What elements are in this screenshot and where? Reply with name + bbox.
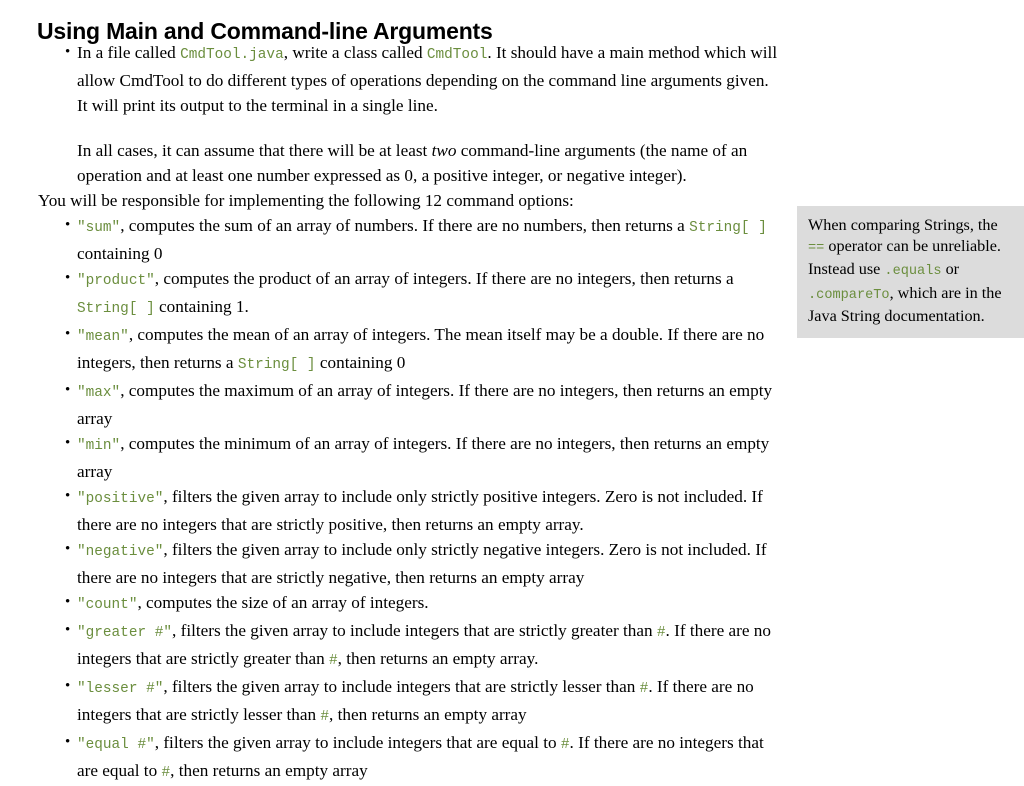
intro-paragraph-1: In a file called CmdTool.java, write a c… [77, 40, 778, 118]
option-text: , filters the given array to include onl… [77, 540, 767, 587]
list-item: "mean", computes the mean of an array of… [38, 322, 778, 378]
emphasis-two: two [431, 141, 457, 160]
option-text-end2: , then returns an empty array. [337, 649, 539, 668]
option-code-mid: # [656, 625, 666, 641]
intro-paragraph-2: In all cases, it can assume that there w… [77, 138, 778, 188]
intro2-text-part1: In all cases, it can assume that there w… [77, 141, 432, 160]
intro-text-part2: , write a class called [283, 43, 427, 62]
option-code-mid: # [560, 737, 570, 753]
option-text-end2: , then returns an empty array [170, 761, 368, 780]
list-item: "lesser #", filters the given array to i… [38, 674, 778, 730]
option-code-mid: String[ ] [77, 301, 155, 317]
option-code: "lesser #" [77, 681, 164, 697]
option-code-mid: String[ ] [237, 357, 316, 373]
option-text-end: containing 0 [77, 244, 163, 263]
option-code-mid2: # [161, 765, 171, 781]
code-compareto-method: .compareTo [808, 287, 890, 303]
option-text: , computes the sum of an array of number… [120, 216, 690, 235]
list-item: "max", computes the maximum of an array … [38, 378, 778, 431]
intro-text-part1: In a file called [77, 43, 181, 62]
option-code: "mean" [77, 329, 129, 345]
option-code: "negative" [77, 544, 164, 560]
callout-text: When comparing Strings, the == operator … [808, 215, 1012, 327]
sidebar-callout: When comparing Strings, the == operator … [797, 206, 1024, 338]
option-text-end: containing 0 [315, 353, 406, 372]
list-item: "equal #", filters the given array to in… [38, 730, 778, 786]
callout-part3: or [941, 260, 960, 278]
option-code: "product" [77, 273, 155, 289]
option-code-mid2: # [320, 709, 330, 725]
option-code-mid2: # [328, 653, 338, 669]
option-code: "greater #" [77, 625, 172, 641]
option-text: , computes the minimum of an array of in… [77, 434, 770, 481]
option-text-end: containing 1. [154, 297, 249, 316]
option-code-mid: String[ ] [689, 220, 767, 236]
option-text: , computes the size of an array of integ… [137, 593, 429, 612]
option-text: , computes the mean of an array of integ… [77, 325, 765, 372]
code-cmdtool-java: CmdTool.java [180, 47, 284, 63]
option-code: "count" [77, 597, 138, 613]
option-code: "max" [77, 385, 121, 401]
option-text: , filters the given array to include int… [172, 621, 657, 640]
list-item: "sum", computes the sum of an array of n… [38, 213, 778, 266]
option-text: , filters the given array to include onl… [77, 487, 763, 534]
list-item: In a file called CmdTool.java, write a c… [38, 40, 778, 188]
option-text: , computes the maximum of an array of in… [77, 381, 773, 428]
option-text: , filters the given array to include int… [154, 733, 561, 752]
code-equality-operator: == [808, 240, 825, 256]
option-code: "equal #" [77, 737, 155, 753]
list-item: "greater #", filters the given array to … [38, 618, 778, 674]
lead-line: You will be responsible for implementing… [38, 191, 574, 210]
option-text-end2: , then returns an empty array [329, 705, 527, 724]
option-text: , computes the product of an array of in… [154, 269, 734, 288]
command-options-list: "sum", computes the sum of an array of n… [38, 213, 778, 786]
document-page: Using Main and Command-line Arguments In… [0, 0, 1024, 781]
option-code: "positive" [77, 491, 164, 507]
option-text: , filters the given array to include int… [163, 677, 640, 696]
list-item: "negative", filters the given array to i… [38, 537, 778, 590]
option-code: "sum" [77, 220, 121, 236]
option-code: "min" [77, 438, 121, 454]
callout-part1: When comparing Strings, the [808, 216, 998, 234]
intro-bullet-list: In a file called CmdTool.java, write a c… [38, 40, 778, 188]
code-cmdtool: CmdTool [426, 47, 488, 63]
list-item: "count", computes the size of an array o… [38, 590, 778, 618]
list-item: "positive", filters the given array to i… [38, 484, 778, 537]
document-body: In a file called CmdTool.java, write a c… [38, 40, 778, 786]
code-equals-method: .equals [884, 264, 942, 279]
list-item: "product", computes the product of an ar… [38, 266, 778, 322]
list-item: "min", computes the minimum of an array … [38, 431, 778, 484]
